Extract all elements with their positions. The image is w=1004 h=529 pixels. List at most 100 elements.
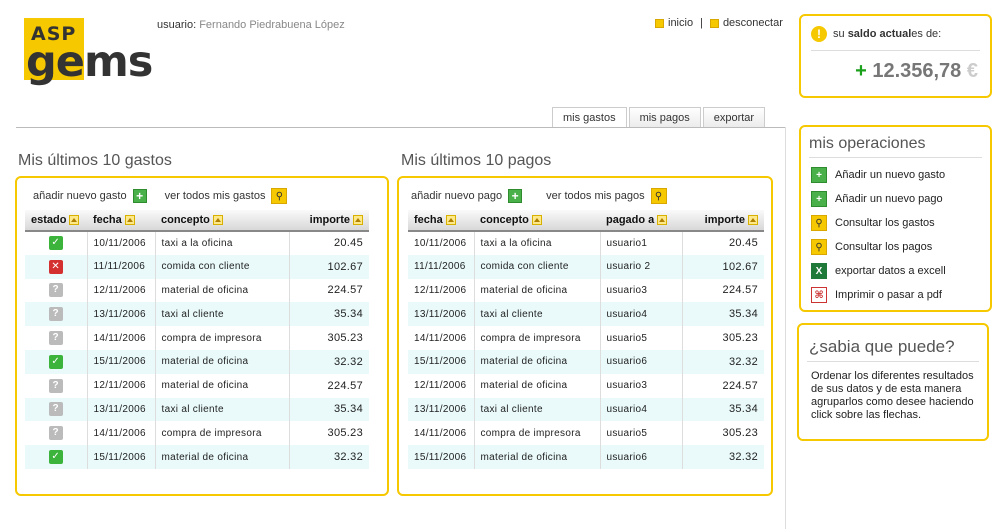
concepto-cell: taxi al cliente — [474, 302, 601, 327]
table-row[interactable]: 13/11/2006 taxi al cliente usuario4 35.34 — [408, 302, 764, 327]
desconectar-link[interactable]: desconectar — [723, 17, 783, 29]
estado-cell: ? — [25, 278, 88, 303]
concepto-cell: taxi a la oficina — [155, 231, 290, 255]
operation-item[interactable]: ⚲ Consultar los pagos — [811, 235, 946, 259]
table-row[interactable]: 13/11/2006 taxi al cliente usuario4 35.34 — [408, 397, 764, 422]
importe-cell: 32.32 — [289, 445, 369, 469]
pagado-cell: usuario3 — [600, 373, 683, 398]
operation-item[interactable]: Xexportar datos a excell — [811, 259, 946, 283]
col-importe[interactable]: importe — [682, 210, 764, 232]
add-pago-link[interactable]: añadir nuevo pago — [411, 190, 502, 202]
concepto-cell: material de oficina — [474, 278, 601, 303]
operation-item[interactable]: ⌘ Imprimir o pasar a pdf — [811, 283, 946, 307]
table-row[interactable]: ✓ 15/11/2006 material de oficina 32.32 — [25, 349, 369, 374]
sort-arrow-icon[interactable] — [69, 215, 80, 226]
logo[interactable]: ASP gems — [24, 18, 153, 86]
table-row[interactable]: 15/11/2006 material de oficina usuario6 32.… — [408, 445, 764, 469]
operation-item[interactable]: + Añadir un nuevo pago — [811, 187, 946, 211]
col-concepto[interactable]: concepto — [155, 210, 289, 232]
concepto-cell: taxi al cliente — [474, 397, 601, 422]
fecha-cell: 11/11/2006 — [87, 254, 156, 279]
add-icon[interactable]: + — [132, 189, 147, 203]
table-row[interactable]: ? 13/11/2006 taxi al cliente 35.34 — [25, 397, 369, 422]
tab-mis-gastos[interactable]: mis gastos — [552, 107, 627, 128]
sort-arrow-icon[interactable] — [445, 215, 456, 226]
check-icon: ✓ — [48, 236, 63, 251]
operation-label: exportar datos a excell — [835, 265, 946, 277]
pagado-cell: usuario4 — [600, 397, 683, 422]
operations-list: + Añadir un nuevo gasto + Añadir un nuevo p… — [811, 163, 946, 307]
pdf-icon: ⌘ — [811, 287, 827, 303]
importe-cell: 305.23 — [722, 427, 758, 440]
user-info: usuario: Fernando Piedrabuena López — [157, 19, 345, 31]
col-fecha[interactable]: fecha — [87, 210, 155, 232]
table-row[interactable]: ? 13/11/2006 taxi al cliente 35.34 — [25, 302, 369, 327]
importe-cell: 32.32 — [682, 445, 764, 469]
concepto-cell: material de oficina — [474, 349, 601, 374]
fecha-cell: 12/11/2006 — [408, 373, 475, 398]
fecha-cell: 12/11/2006 — [408, 278, 475, 303]
operation-label: Consultar los gastos — [835, 217, 935, 229]
add-icon[interactable]: + — [508, 189, 523, 203]
table-row[interactable]: 10/11/2006 taxi a la oficina usuario1 20.45 — [408, 231, 764, 255]
sort-arrow-icon[interactable] — [353, 215, 363, 226]
sort-arrow-icon[interactable] — [657, 215, 668, 226]
pagos-table: fecha concepto pagado a importe 10/11/20… — [408, 210, 764, 469]
table-row[interactable]: ? 12/11/2006 material de oficina 224.57 — [25, 373, 369, 398]
pagado-cell: usuario1 — [600, 231, 683, 255]
table-row[interactable]: ? 12/11/2006 material de oficina 224.57 — [25, 278, 369, 303]
operation-item[interactable]: + Añadir un nuevo gasto — [811, 163, 946, 187]
table-row[interactable]: ✕ 11/11/2006 comida con cliente 102.67 — [25, 254, 369, 279]
importe-cell: 224.57 — [722, 379, 758, 392]
sort-arrow-icon[interactable] — [124, 215, 135, 226]
table-row[interactable]: ? 14/11/2006 compra de impresora 305.23 — [25, 326, 369, 350]
col-estado[interactable]: estado — [25, 210, 87, 232]
table-row[interactable]: 15/11/2006 material de oficina usuario6 32.… — [408, 349, 764, 374]
view-gastos-link[interactable]: ver todos mis gastos — [165, 190, 266, 202]
table-row[interactable]: 12/11/2006 material de oficina usuario3 224… — [408, 373, 764, 398]
inicio-link[interactable]: inicio — [668, 17, 693, 29]
operation-item[interactable]: ⚲ Consultar los gastos — [811, 211, 946, 235]
add-gasto-link[interactable]: añadir nuevo gasto — [33, 190, 127, 202]
table-row[interactable]: 14/11/2006 compra de impresora usuario5 305… — [408, 326, 764, 350]
importe-cell: 20.45 — [728, 237, 758, 250]
search-icon[interactable]: ⚲ — [271, 188, 288, 204]
tip-box: ¿sabia que puede? Ordenar los diferentes… — [797, 323, 989, 441]
fecha-cell: 14/11/2006 — [87, 421, 156, 446]
sort-arrow-icon[interactable] — [212, 215, 223, 226]
fecha-cell: 15/11/2006 — [408, 445, 475, 469]
fecha-cell: 13/11/2006 — [87, 397, 156, 422]
sort-arrow-icon[interactable] — [748, 215, 758, 226]
divider — [811, 50, 980, 51]
question-icon: ? — [48, 378, 63, 393]
tab-mis-pagos[interactable]: mis pagos — [628, 107, 701, 127]
gastos-table: estado fecha concepto importe ✓ 10/11/200… — [25, 210, 369, 469]
table-row[interactable]: 11/11/2006 comida con cliente usuario 2 102… — [408, 254, 764, 279]
col-pagado-a[interactable]: pagado a — [600, 210, 682, 232]
estado-cell: ? — [25, 326, 88, 350]
estado-cell: ✕ — [25, 254, 88, 279]
table-row[interactable]: 14/11/2006 compra de impresora usuario5 305… — [408, 421, 764, 446]
content-top-border — [16, 127, 785, 128]
importe-cell: 102.67 — [289, 254, 369, 279]
table-row[interactable]: ✓ 10/11/2006 taxi a la oficina 20.45 — [25, 231, 369, 255]
importe-cell: 305.23 — [327, 332, 363, 345]
col-importe[interactable]: importe — [289, 210, 369, 232]
search-icon[interactable]: ⚲ — [650, 188, 667, 204]
sort-arrow-icon[interactable] — [531, 215, 542, 226]
importe-cell: 32.32 — [682, 349, 764, 374]
concepto-cell: material de oficina — [474, 373, 601, 398]
table-row[interactable]: ? 14/11/2006 compra de impresora 305.23 — [25, 421, 369, 446]
col-fecha[interactable]: fecha — [408, 210, 474, 232]
view-pagos-link[interactable]: ver todos mis pagos — [546, 190, 644, 202]
table-row[interactable]: 12/11/2006 material de oficina usuario3 224… — [408, 278, 764, 303]
table-row[interactable]: ✓ 15/11/2006 material de oficina 32.32 — [25, 445, 369, 469]
importe-cell: 35.34 — [682, 397, 764, 422]
fecha-cell: 10/11/2006 — [408, 231, 475, 255]
col-concepto[interactable]: concepto — [474, 210, 600, 232]
fecha-cell: 14/11/2006 — [408, 421, 475, 446]
tab-exportar[interactable]: exportar — [702, 107, 766, 127]
question-icon: ? — [48, 307, 63, 322]
fecha-cell: 15/11/2006 — [87, 445, 156, 469]
balance-value: 12.356,78 — [872, 60, 962, 82]
